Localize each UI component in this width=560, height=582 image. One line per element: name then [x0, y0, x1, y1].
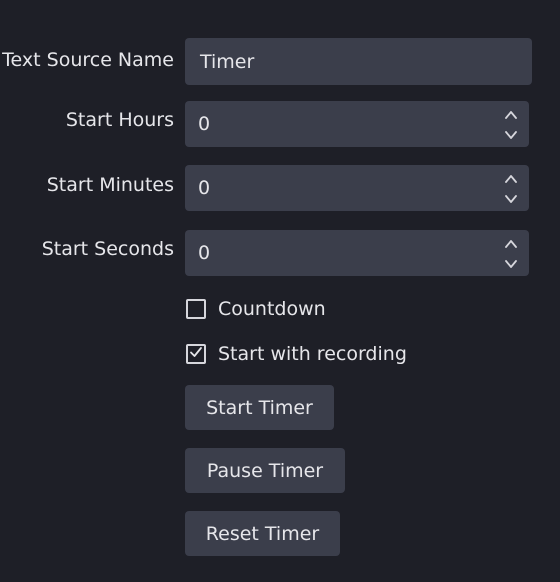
start-seconds-spin-arrows	[503, 235, 519, 271]
countdown-label[interactable]: Countdown	[218, 298, 326, 320]
start-hours-spin-arrows	[503, 106, 519, 142]
chevron-up-icon[interactable]	[503, 235, 519, 251]
start-with-recording-checkbox-row[interactable]: Start with recording	[186, 341, 407, 367]
text-source-name-label: Text Source Name	[2, 49, 174, 71]
start-hours-value: 0	[198, 113, 211, 135]
start-hours-label: Start Hours	[65, 109, 174, 131]
timer-settings-panel: Text Source Name Timer Start Hours 0 Sta…	[0, 0, 560, 582]
start-minutes-spin-arrows	[503, 170, 519, 206]
checkmark-icon	[188, 344, 204, 364]
start-seconds-spinbox[interactable]: 0	[185, 230, 529, 276]
text-source-name-value: Timer	[200, 50, 255, 73]
start-seconds-label: Start Seconds	[41, 238, 174, 260]
pause-timer-button[interactable]: Pause Timer	[185, 448, 345, 493]
start-with-recording-checkbox[interactable]	[186, 344, 206, 364]
countdown-checkbox[interactable]	[186, 299, 206, 319]
start-minutes-label: Start Minutes	[46, 174, 174, 196]
chevron-down-icon[interactable]	[503, 126, 519, 142]
start-seconds-value: 0	[198, 242, 211, 264]
text-source-name-field[interactable]: Timer	[185, 38, 532, 85]
start-minutes-value: 0	[198, 177, 211, 199]
reset-timer-button[interactable]: Reset Timer	[185, 511, 340, 556]
start-timer-button[interactable]: Start Timer	[185, 385, 334, 430]
chevron-down-icon[interactable]	[503, 255, 519, 271]
chevron-up-icon[interactable]	[503, 170, 519, 186]
countdown-checkbox-row[interactable]: Countdown	[186, 296, 326, 322]
chevron-down-icon[interactable]	[503, 190, 519, 206]
chevron-up-icon[interactable]	[503, 106, 519, 122]
start-hours-spinbox[interactable]: 0	[185, 101, 529, 147]
start-with-recording-label[interactable]: Start with recording	[218, 343, 407, 365]
start-minutes-spinbox[interactable]: 0	[185, 165, 529, 211]
